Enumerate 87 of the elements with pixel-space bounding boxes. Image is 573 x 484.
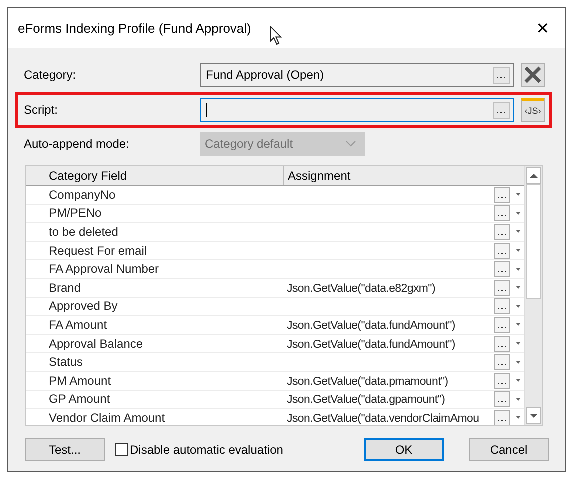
- test-button[interactable]: Test...: [25, 438, 105, 461]
- assignment-cell: Json.GetValue("data.fundAmount"): [287, 338, 456, 351]
- auto-append-label: Auto-append mode:: [23, 137, 130, 151]
- browse-button[interactable]: [493, 66, 510, 84]
- down-arrow-icon: [530, 414, 538, 418]
- ellipsis-icon: [498, 364, 506, 366]
- more-button[interactable]: [494, 372, 510, 389]
- chevron-down-icon: [346, 141, 356, 147]
- more-button[interactable]: [494, 261, 510, 278]
- checkbox[interactable]: [115, 443, 128, 456]
- field-name-cell-text: FA Amount: [49, 318, 108, 332]
- checkbox-label[interactable]: Disable automatic evaluation: [130, 442, 284, 456]
- ellipsis-icon: [498, 271, 506, 274]
- dropdown-caret-icon[interactable]: [516, 398, 521, 401]
- field-name-cell-text: Status: [49, 355, 84, 370]
- ellipsis-icon: [498, 252, 506, 255]
- mouse-cursor-icon: [270, 26, 282, 45]
- script-editor-button[interactable]: ‹JS›: [521, 98, 545, 122]
- script-label: Script:: [23, 103, 60, 117]
- ellipsis-icon: [498, 290, 506, 292]
- ellipsis-icon: [498, 420, 506, 422]
- dropdown-caret-icon[interactable]: [516, 193, 521, 196]
- dropdown-caret-icon[interactable]: [516, 416, 521, 420]
- ellipsis-icon: [498, 401, 506, 404]
- field-name-cell-text: Request For email: [49, 244, 148, 258]
- ok-button[interactable]: OK: [364, 438, 444, 461]
- browse-button[interactable]: [493, 102, 510, 118]
- scroll-down-button[interactable]: [526, 407, 541, 424]
- dropdown-caret-icon[interactable]: [516, 249, 521, 252]
- more-button[interactable]: [494, 224, 510, 240]
- field-name-cell-text: CompanyNo: [49, 188, 117, 202]
- cancel-button[interactable]: Cancel: [469, 438, 549, 461]
- ellipsis-icon: [498, 346, 506, 348]
- ellipsis-icon: [498, 326, 506, 329]
- window-title: eForms Indexing Profile (Fund Approval): [18, 20, 252, 36]
- dropdown-caret-icon[interactable]: [516, 304, 521, 308]
- more-button[interactable]: [494, 354, 510, 370]
- assignment-cell: Json.GetValue("data.gpamount"): [287, 394, 446, 406]
- dropdown-caret-icon[interactable]: [516, 342, 521, 346]
- scroll-up-button[interactable]: [526, 167, 541, 184]
- dropdown-caret-icon[interactable]: [516, 360, 521, 364]
- text-cursor: [206, 103, 207, 117]
- column-header[interactable]: Category Field: [26, 166, 284, 185]
- ellipsis-icon: [498, 196, 506, 199]
- assignment-cell: Json.GetValue("data.e82gxm"): [287, 282, 436, 295]
- dropdown-caret-icon[interactable]: [516, 286, 521, 290]
- clear-button[interactable]: [521, 63, 545, 87]
- assignment-cell: Json.GetValue("data.pmamount"): [287, 376, 448, 388]
- ellipsis-icon: [498, 215, 506, 218]
- ellipsis-icon: [498, 234, 506, 236]
- dropdown-caret-icon[interactable]: [516, 230, 521, 234]
- dropdown-caret-icon[interactable]: [516, 379, 521, 382]
- dropdown-caret-icon[interactable]: [516, 212, 521, 215]
- field-name-cell-text: Approved By: [49, 299, 119, 314]
- more-button[interactable]: [494, 316, 510, 333]
- more-button[interactable]: [494, 410, 510, 425]
- close-button[interactable]: ✕: [531, 16, 555, 40]
- category-label: Category:: [23, 68, 78, 82]
- more-button[interactable]: [494, 298, 510, 314]
- more-button[interactable]: [494, 242, 510, 259]
- up-arrow-icon: [530, 174, 538, 178]
- ellipsis-icon: [498, 382, 506, 385]
- assignment-cell: Json.GetValue("data.vendorClaimAmou: [287, 412, 480, 425]
- field-name-cell-text: Approval Balance: [49, 336, 144, 351]
- field-name-cell-text: to be deleted: [49, 224, 120, 239]
- field-name-cell-text: FA Approval Number: [49, 262, 160, 276]
- column-header[interactable]: Assignment: [284, 166, 351, 185]
- scrollbar[interactable]: [524, 166, 542, 425]
- more-button[interactable]: [494, 280, 510, 296]
- more-button[interactable]: [494, 391, 510, 408]
- close-icon: [524, 66, 542, 84]
- field-name-cell-text: PM/PENo: [49, 206, 103, 220]
- dropdown-caret-icon[interactable]: [516, 268, 521, 271]
- more-button[interactable]: [494, 205, 510, 222]
- dropdown-caret-icon[interactable]: [516, 323, 521, 326]
- field-name-cell-text: Brand: [49, 280, 82, 295]
- category-field[interactable]: Fund Approval (Open): [200, 63, 514, 87]
- field-name-cell-text: PM Amount: [49, 374, 112, 388]
- field-name-cell-text: Vendor Claim Amount: [49, 410, 166, 425]
- script-field[interactable]: [200, 98, 514, 122]
- more-button[interactable]: [494, 186, 510, 203]
- scroll-thumb[interactable]: [526, 184, 541, 299]
- more-button[interactable]: [494, 336, 510, 352]
- assignment-cell: Json.GetValue("data.fundAmount"): [287, 320, 456, 332]
- ellipsis-icon: [498, 308, 506, 310]
- category-value: Fund Approval (Open): [206, 68, 324, 82]
- field-name-cell-text: GP Amount: [49, 392, 112, 406]
